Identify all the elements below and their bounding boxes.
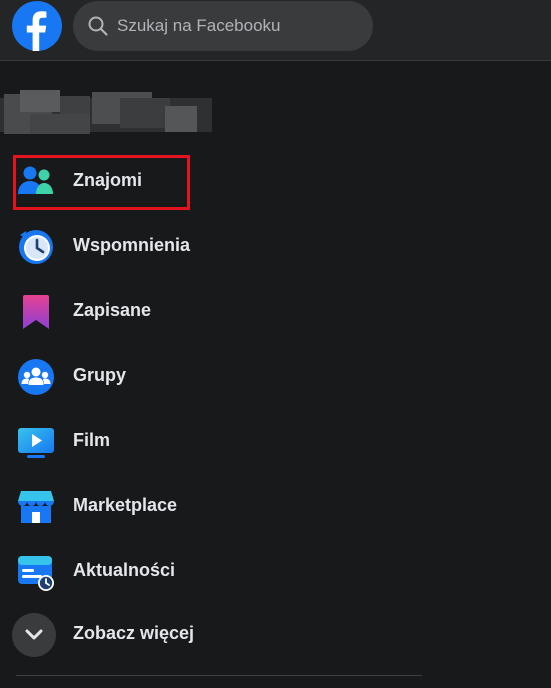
- profile-avatar-blurred[interactable]: [0, 88, 220, 140]
- sidebar-item-label: Zobacz więcej: [73, 623, 195, 643]
- search-input[interactable]: [117, 1, 357, 51]
- see-more-circle: [12, 613, 56, 657]
- search-icon: [88, 16, 108, 36]
- search-bar[interactable]: [73, 1, 373, 51]
- sidebar-item-aktualnosci[interactable]: Aktualności: [8, 542, 428, 598]
- sidebar-item-film[interactable]: Film: [8, 412, 428, 468]
- groups-icon: [18, 359, 54, 395]
- saved-bookmark-icon: [23, 295, 49, 329]
- sidebar-item-label: Film: [73, 430, 111, 450]
- sidebar-item-label: Wspomnienia: [73, 235, 191, 255]
- sidebar-item-grupy[interactable]: Grupy: [8, 347, 428, 403]
- sidebar-item-label: Marketplace: [73, 495, 178, 515]
- chevron-down-icon: [25, 629, 43, 640]
- sidebar-item-label: Zapisane: [73, 300, 152, 320]
- sidebar-item-wspomnienia[interactable]: Wspomnienia: [8, 217, 428, 273]
- sidebar-item-see-more[interactable]: Zobacz więcej: [8, 605, 428, 661]
- news-feed-icon: [18, 556, 54, 591]
- divider: [16, 675, 422, 676]
- sidebar-item-zapisane[interactable]: Zapisane: [8, 282, 428, 338]
- highlight-annotation: [13, 155, 190, 210]
- top-bar: [0, 0, 551, 61]
- sidebar-item-label: Aktualności: [73, 560, 176, 580]
- sidebar-item-label: Grupy: [73, 365, 127, 385]
- sidebar-item-marketplace[interactable]: Marketplace: [8, 477, 428, 533]
- facebook-logo-icon[interactable]: [12, 1, 62, 51]
- memories-clock-icon: [19, 230, 53, 264]
- video-play-icon: [18, 428, 54, 458]
- marketplace-store-icon: [18, 491, 54, 523]
